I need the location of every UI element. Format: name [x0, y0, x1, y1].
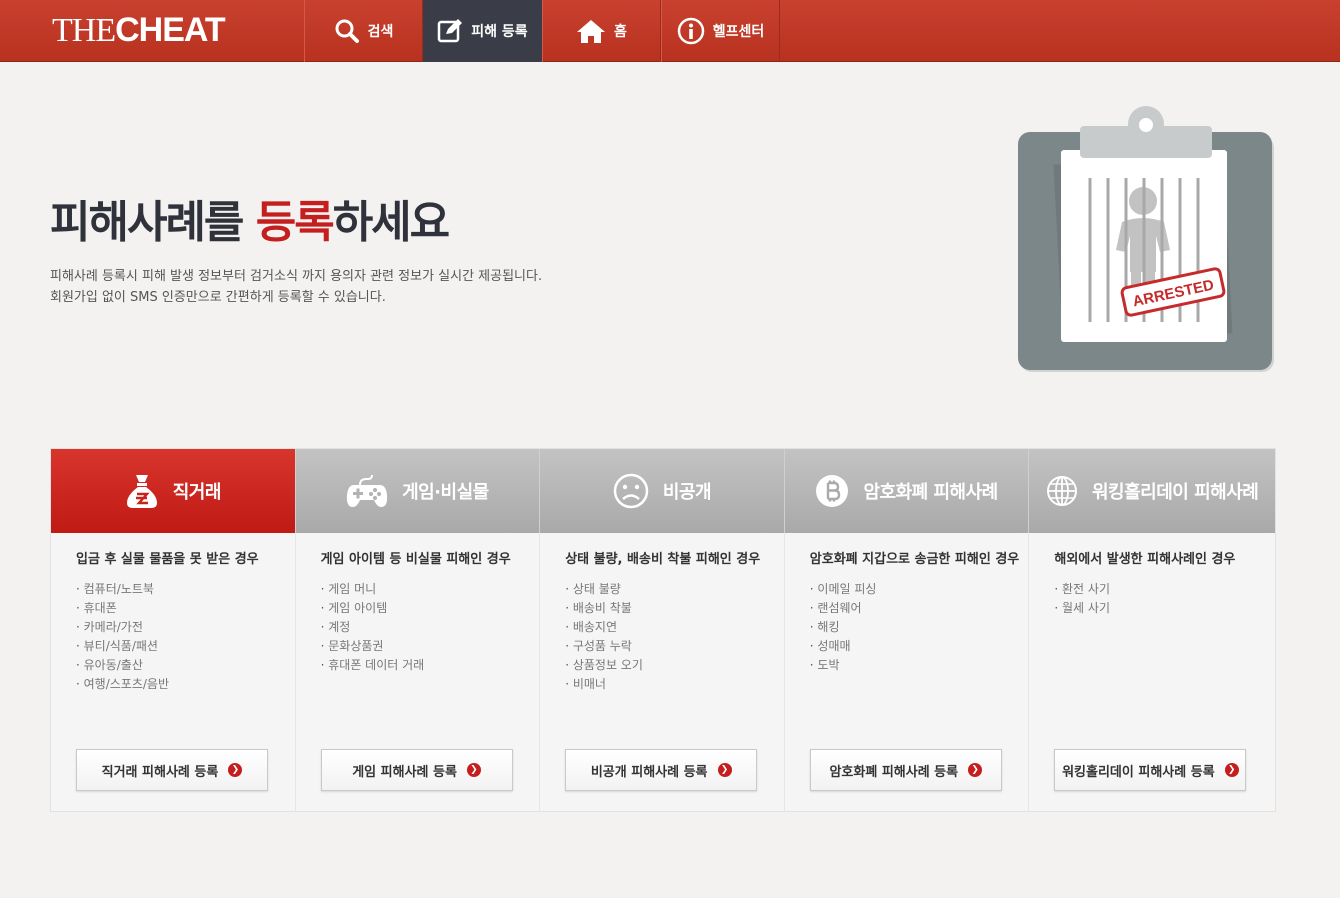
gamepad-icon: [346, 474, 388, 507]
arrow-right-icon: ❯: [228, 763, 243, 777]
case-list: 이메일 피싱 랜섬웨어 해킹 성매매 도박: [810, 580, 1029, 675]
button-label: 직거래 피해사례 등록: [101, 764, 219, 780]
list-item: 게임 아이템: [321, 599, 540, 618]
list-item: 상품정보 오기: [565, 656, 784, 675]
list-item: 게임 머니: [321, 580, 540, 599]
arrow-right-icon: ❯: [466, 763, 481, 777]
list-item: 유아동/출산: [76, 656, 295, 675]
list-item: 해킹: [810, 618, 1029, 637]
list-item: 상태 불량: [565, 580, 784, 599]
nav-help-center[interactable]: 헬프센터: [661, 0, 780, 62]
column-title: 게임 아이템 등 비실물 피해인 경우: [320, 552, 511, 567]
category-details: 입금 후 실물 물품을 못 받은 경우 컴퓨터/노트북 휴대폰 카메라/가전 뷰…: [51, 533, 1275, 811]
category-column-game: 게임 아이템 등 비실물 피해인 경우 게임 머니 게임 아이템 계정 문화상품…: [296, 533, 541, 811]
list-item: 이메일 피싱: [810, 580, 1029, 599]
arrow-right-icon: ❯: [968, 763, 983, 777]
list-item: 구성품 누락: [565, 637, 784, 656]
money-bag-icon: [126, 475, 157, 508]
title-accent: 등록: [255, 197, 335, 248]
search-icon: [335, 19, 359, 43]
edit-icon: [438, 19, 463, 43]
nav-search[interactable]: 검색: [304, 0, 423, 62]
page-title: 피해사례를 등록하세요: [50, 186, 450, 250]
column-title: 상태 불량, 배송비 착불 피해인 경우: [565, 552, 761, 567]
logo-text-cheat: CHEAT: [115, 11, 226, 49]
tab-crypto-label: 암호화폐 피해사례: [863, 482, 998, 503]
sad-face-icon: [613, 473, 649, 509]
register-working-holiday-button[interactable]: 워킹홀리데이 피해사례 등록 ❯: [1054, 749, 1247, 791]
category-column-direct-trade: 입금 후 실물 물품을 못 받은 경우 컴퓨터/노트북 휴대폰 카메라/가전 뷰…: [51, 533, 296, 811]
list-item: 카메라/가전: [76, 618, 295, 637]
damage-category-panel: 직거래 게임·비실물 비공개 암호화폐 피해사례 워킹홀리데이 피해사례 입금 …: [50, 448, 1276, 812]
nav-register-label: 피해 등록: [471, 24, 528, 40]
category-column-working-holiday: 해외에서 발생한 피해사례인 경우 환전 사기 월세 사기 워킹홀리데이 피해사…: [1029, 533, 1275, 811]
title-part-2: 하세요: [332, 197, 450, 248]
title-part-1: 피해사례를: [50, 197, 256, 248]
home-icon: [577, 20, 606, 43]
page-description: 피해사례 등록시 피해 발생 정보부터 검거소식 까지 용의자 관련 정보가 실…: [50, 266, 670, 308]
case-list: 컴퓨터/노트북 휴대폰 카메라/가전 뷰티/식품/패션 유아동/출산 여행/스포…: [76, 580, 295, 694]
bitcoin-icon: [816, 475, 849, 507]
case-list: 상태 불량 배송비 착불 배송지연 구성품 누락 상품정보 오기 비매너: [565, 580, 784, 694]
nav-home[interactable]: 홈: [542, 0, 661, 62]
register-direct-trade-button[interactable]: 직거래 피해사례 등록 ❯: [76, 749, 268, 791]
tab-private[interactable]: 비공개: [540, 449, 785, 533]
button-label: 워킹홀리데이 피해사례 등록: [1062, 764, 1215, 780]
case-list: 게임 머니 게임 아이템 계정 문화상품권 휴대폰 데이터 거래: [321, 580, 540, 675]
list-item: 뷰티/식품/패션: [76, 637, 295, 656]
list-item: 월세 사기: [1054, 599, 1275, 618]
list-item: 휴대폰: [76, 599, 295, 618]
list-item: 배송비 착불: [565, 599, 784, 618]
arrow-right-icon: ❯: [1224, 763, 1239, 777]
list-item: 성매매: [810, 637, 1029, 656]
logo-text-the: THE: [52, 12, 116, 49]
tab-crypto[interactable]: 암호화폐 피해사례: [784, 449, 1030, 533]
info-icon: [677, 17, 704, 45]
list-item: 비매너: [565, 675, 784, 694]
button-label: 게임 피해사례 등록: [352, 764, 457, 780]
list-item: 환전 사기: [1054, 580, 1275, 599]
list-item: 컴퓨터/노트북: [76, 580, 295, 599]
register-crypto-button[interactable]: 암호화폐 피해사례 등록 ❯: [809, 749, 1002, 791]
thecheat-logo[interactable]: THECHEAT: [52, 11, 226, 49]
list-item: 계정: [321, 618, 540, 637]
register-private-button[interactable]: 비공개 피해사례 등록 ❯: [565, 749, 758, 791]
nav-search-label: 검색: [367, 24, 394, 40]
nav-help-label: 헬프센터: [712, 24, 765, 40]
tab-game[interactable]: 게임·비실물: [295, 449, 541, 533]
nav-register-damage[interactable]: 피해 등록: [423, 0, 542, 62]
list-item: 랜섬웨어: [810, 599, 1029, 618]
list-item: 문화상품권: [321, 637, 540, 656]
nav-home-label: 홈: [614, 24, 627, 40]
list-item: 배송지연: [565, 618, 784, 637]
main-nav: 검색 피해 등록 홈 헬프센터: [304, 0, 780, 62]
description-line-2: 회원가입 없이 SMS 인증만으로 간편하게 등록할 수 있습니다.: [50, 290, 386, 305]
button-label: 암호화폐 피해사례 등록: [829, 764, 959, 780]
top-navigation-bar: THECHEAT 검색 피해 등록 홈 헬프센터: [0, 0, 1340, 62]
globe-icon: [1046, 476, 1077, 506]
column-title: 입금 후 실물 물품을 못 받은 경우: [76, 552, 259, 567]
category-tabs: 직거래 게임·비실물 비공개 암호화폐 피해사례 워킹홀리데이 피해사례: [51, 449, 1275, 533]
tab-direct-trade-label: 직거래: [172, 482, 222, 503]
category-column-crypto: 암호화폐 지갑으로 송금한 피해인 경우 이메일 피싱 랜섬웨어 해킹 성매매 …: [785, 533, 1030, 811]
tab-working-holiday[interactable]: 워킹홀리데이 피해사례: [1029, 449, 1275, 533]
list-item: 휴대폰 데이터 거래: [321, 656, 540, 675]
tab-game-label: 게임·비실물: [402, 482, 489, 503]
arrow-right-icon: ❯: [717, 763, 732, 777]
list-item: 여행/스포츠/음반: [76, 675, 295, 694]
column-title: 암호화폐 지갑으로 송금한 피해인 경우: [809, 552, 1020, 567]
tab-private-label: 비공개: [662, 482, 712, 503]
list-item: 도박: [810, 656, 1029, 675]
category-column-private: 상태 불량, 배송비 착불 피해인 경우 상태 불량 배송비 착불 배송지연 구…: [540, 533, 785, 811]
arrested-clipboard-illustration: ARRESTED: [1018, 106, 1274, 372]
button-label: 비공개 피해사례 등록: [590, 764, 708, 780]
tab-working-holiday-label: 워킹홀리데이 피해사례: [1091, 482, 1259, 503]
case-list: 환전 사기 월세 사기: [1054, 580, 1275, 618]
register-game-button[interactable]: 게임 피해사례 등록 ❯: [320, 749, 513, 791]
description-line-1: 피해사례 등록시 피해 발생 정보부터 검거소식 까지 용의자 관련 정보가 실…: [50, 269, 543, 284]
tab-direct-trade[interactable]: 직거래: [51, 449, 296, 533]
column-title: 해외에서 발생한 피해사례인 경우: [1054, 552, 1236, 567]
